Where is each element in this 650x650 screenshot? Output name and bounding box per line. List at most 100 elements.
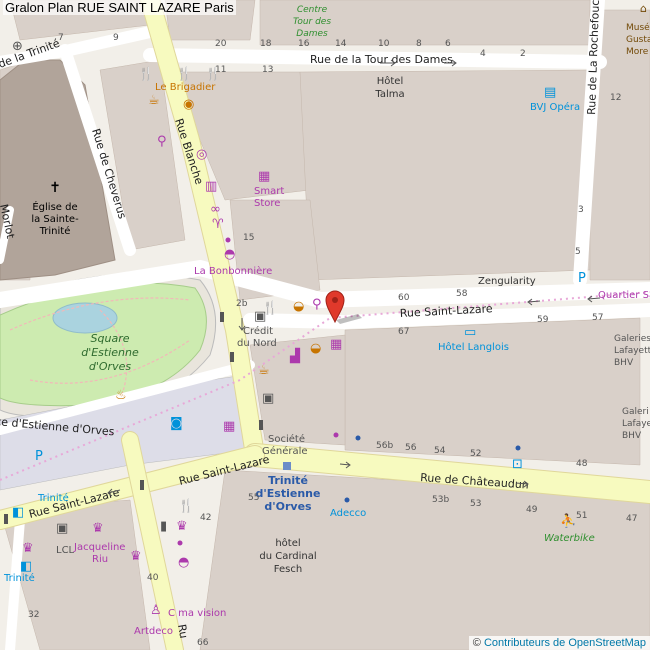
bank-icon-3: ▣ [56, 521, 68, 536]
attribution: © Contributeurs de OpenStreetMap [468, 636, 650, 650]
svg-text:8: 8 [416, 39, 422, 49]
svg-text:6: 6 [445, 39, 451, 49]
shop-icon-3: ▦ [223, 419, 235, 434]
svg-text:d'Orves: d'Orves [264, 500, 312, 513]
restaurant-icon-3: 🍴 [205, 66, 221, 82]
sports-icon: ⛹ [560, 512, 576, 529]
svg-text:53: 53 [470, 499, 481, 509]
svg-text:40: 40 [147, 573, 159, 583]
wine-icon: ♈ [212, 217, 224, 232]
svg-text:13: 13 [262, 65, 273, 75]
svg-text:7: 7 [58, 33, 64, 43]
taxi-icon: ◙ [170, 416, 183, 431]
map-canvas[interactable]: Rue de la Tour des Dames Rue Saint-Lazar… [0, 0, 650, 650]
clothes-icon: ♛ [22, 541, 34, 556]
poi-jacqueline-1: Jacqueline [73, 542, 125, 553]
svg-text:10: 10 [378, 39, 390, 49]
svg-text:49: 49 [526, 505, 538, 515]
hotel-icon-2: ▭ [464, 325, 476, 340]
svg-text:9: 9 [113, 33, 119, 43]
svg-text:54: 54 [434, 446, 446, 456]
svg-text:59: 59 [537, 315, 549, 325]
svg-text:Hôtel: Hôtel [377, 75, 404, 87]
poi-smart-store-2: Store [254, 198, 280, 209]
fastfood-icon: ◉ [183, 97, 194, 112]
centre-label: Centre Tour des Dames [293, 5, 331, 39]
restaurant-icon-5: 🍴 [178, 498, 194, 514]
poi-societe-2: Générale [262, 445, 308, 457]
poi-bvj: BVJ Opéra [530, 101, 580, 113]
svg-text:d'Orves: d'Orves [89, 360, 131, 373]
viewpoint-icon: ⊕ [12, 39, 23, 54]
svg-text:Lafayette: Lafayette [614, 346, 650, 356]
glasses-icon: ∞ [210, 202, 221, 217]
svg-text:2: 2 [520, 49, 526, 59]
poi-smart-store-1: Smart [254, 186, 284, 197]
svg-text:66: 66 [197, 638, 209, 648]
metro-station-icon[interactable] [283, 462, 291, 470]
svg-text:Galeries: Galeries [614, 334, 650, 344]
svg-text:57: 57 [592, 313, 603, 323]
svg-text:60: 60 [398, 293, 410, 303]
svg-text:Lafaye: Lafaye [622, 419, 650, 429]
svg-text:16: 16 [298, 39, 310, 49]
perfume-icon: ♙ [150, 603, 162, 618]
musee-label: Musé Gusta More [626, 22, 650, 57]
restaurant-icon-2: 🍴 [176, 66, 192, 82]
burger-icon: ◒ [293, 299, 304, 314]
pastry-icon: ◓ [178, 555, 189, 570]
poi-trinite-1: Trinité [37, 492, 69, 504]
svg-text:55: 55 [248, 493, 259, 503]
svg-text:Trinité: Trinité [39, 225, 71, 237]
svg-text:Église de: Église de [32, 200, 77, 213]
church-cross-icon: ✝ [49, 180, 61, 196]
optician-icon: ◎ [196, 147, 207, 162]
poi-le-brigadier: Le Brigadier [155, 82, 216, 93]
svg-text:58: 58 [456, 289, 468, 299]
poi-bonbonniere: La Bonbonnière [194, 265, 272, 277]
parking-icon: P [35, 449, 43, 464]
attribution-prefix: © [472, 637, 484, 649]
svg-text:Dames: Dames [296, 29, 328, 39]
bus-icon: ◧ [12, 505, 24, 520]
cafe-icon-2: ☕ [258, 363, 270, 378]
museum-icon[interactable]: ⌂ [640, 2, 647, 15]
svg-text:d'Estienne: d'Estienne [256, 487, 321, 500]
galeries1-label: Galeries Lafayette BHV [614, 334, 650, 368]
svg-text:67: 67 [398, 327, 409, 337]
poi-jacqueline-2: Riu [92, 554, 108, 565]
restaurant-icon: 🍴 [138, 66, 154, 82]
label-ru: Ru [175, 623, 190, 639]
hotel-icon: ▤ [544, 85, 556, 100]
poi-quartier: Quartier Saint [598, 290, 650, 301]
svg-text:Centre: Centre [297, 5, 328, 15]
galeries2-label: Galeri Lafaye BHV [622, 407, 650, 441]
svg-text:53b: 53b [432, 495, 449, 505]
kiosk-icon: ▮ [160, 519, 167, 534]
clothes-icon-2: ♛ [92, 521, 104, 536]
poi-cma: C ma vision [168, 608, 226, 619]
svg-text:Trinité: Trinité [268, 474, 308, 487]
svg-text:5: 5 [575, 247, 581, 257]
clothes-icon-3: ♛ [130, 549, 142, 564]
poi-societe-1: Société [268, 433, 305, 445]
poi-waterbike: Waterbike [544, 533, 595, 544]
svg-text:2b: 2b [236, 299, 248, 309]
svg-text:3: 3 [578, 205, 584, 215]
map-title: Gralon Plan RUE SAINT LAZARE Paris [3, 0, 236, 15]
svg-text:BHV: BHV [622, 431, 642, 441]
svg-text:20: 20 [215, 39, 227, 49]
svg-text:42: 42 [200, 513, 211, 523]
bus-icon-2: ◧ [20, 559, 32, 574]
clothes-icon-4: ♛ [176, 519, 188, 534]
bank-icon-2: ▣ [262, 391, 274, 406]
poi-adecco: Adecco [330, 508, 366, 519]
svg-text:4: 4 [480, 49, 486, 59]
osm-contributors-link[interactable]: Contributeurs de OpenStreetMap [484, 637, 646, 649]
svg-text:Musé: Musé [626, 22, 650, 33]
poi-lcl: LCL [56, 545, 75, 556]
shop-icon: ▦ [258, 169, 270, 184]
factory-icon: ▟ [289, 347, 301, 364]
svg-text:18: 18 [260, 39, 272, 49]
bicycle-shop-icon: ⚲ [157, 134, 167, 149]
